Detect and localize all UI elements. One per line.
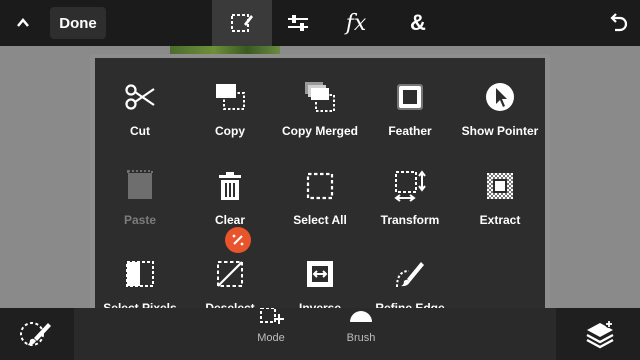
selection-menu: Cut Copy Copy Merged Feather Show Pointe… [95, 58, 545, 324]
menu-item-label: Extract [479, 212, 521, 227]
menu-item-label: Cut [130, 124, 150, 138]
paste-icon [127, 169, 153, 199]
menu-item-copy-merged[interactable]: Copy Merged [275, 58, 365, 147]
trash-icon [219, 171, 241, 200]
menu-item-extract[interactable]: Extract [455, 147, 545, 236]
selection-brush-button[interactable] [16, 318, 56, 350]
top-toolbar: Done fx & [0, 0, 640, 46]
tab-adjustments[interactable] [268, 0, 328, 46]
inverse-icon [307, 261, 333, 288]
menu-item-select-all[interactable]: Select All [275, 147, 365, 236]
mode-label: Mode [257, 332, 285, 344]
menu-item-label: Clear [214, 212, 246, 227]
pointer-icon [486, 83, 514, 111]
menu-item-copy[interactable]: Copy [185, 58, 275, 147]
layers-button[interactable] [580, 320, 620, 352]
undo-button[interactable] [598, 0, 638, 46]
brush-tip-icon [350, 311, 372, 322]
select-all-icon [306, 172, 334, 199]
selection-mode-icon [260, 308, 284, 324]
tab-selection[interactable] [212, 0, 272, 46]
deselect-icon [217, 261, 243, 288]
adjustments-icon [288, 15, 308, 31]
menu-item-show-pointer[interactable]: Show Pointer [455, 58, 545, 147]
menu-item-clear[interactable]: Clear [185, 147, 275, 236]
brush-button[interactable]: Brush [338, 308, 384, 344]
transform-icon [394, 169, 426, 202]
menu-item-feather[interactable]: Feather [365, 58, 455, 147]
scissors-icon [125, 84, 155, 110]
bottom-toolbar-center [74, 308, 556, 360]
select-icon [231, 14, 253, 32]
menu-item-label: Paste [123, 212, 157, 227]
mode-button[interactable]: Mode [250, 308, 292, 344]
magic-wand-icon [232, 234, 244, 246]
menu-item-paste[interactable]: Paste [95, 147, 185, 236]
bottom-toolbar: Mode Brush [0, 308, 640, 360]
menu-item-label: Copy [215, 124, 245, 138]
select-pixels-icon [126, 261, 154, 288]
feather-icon [397, 84, 423, 110]
tab-effects[interactable]: fx [326, 0, 386, 46]
brush-label: Brush [346, 332, 376, 344]
tab-combine[interactable]: & [388, 0, 448, 46]
undo-icon [610, 13, 628, 32]
magic-wand-badge[interactable] [225, 227, 251, 253]
menu-item-cut[interactable]: Cut [95, 58, 185, 147]
menu-item-label: Select All [293, 212, 347, 227]
lasso-brush-icon [20, 322, 51, 346]
refine-edge-icon [396, 262, 424, 288]
extract-icon [487, 172, 513, 199]
menu-item-label: Show Pointer [461, 124, 539, 138]
layers-icon [586, 320, 614, 349]
menu-item-label: Copy Merged [281, 124, 358, 138]
chevron-up-icon [17, 18, 29, 27]
menu-item-label: Feather [388, 124, 432, 138]
copy-merged-icon [305, 82, 335, 112]
done-button[interactable]: Done [50, 7, 106, 39]
copy-icon [216, 84, 245, 110]
collapse-button[interactable] [6, 0, 40, 46]
menu-item-label: Transform [380, 212, 440, 227]
menu-item-transform[interactable]: Transform [365, 147, 455, 236]
